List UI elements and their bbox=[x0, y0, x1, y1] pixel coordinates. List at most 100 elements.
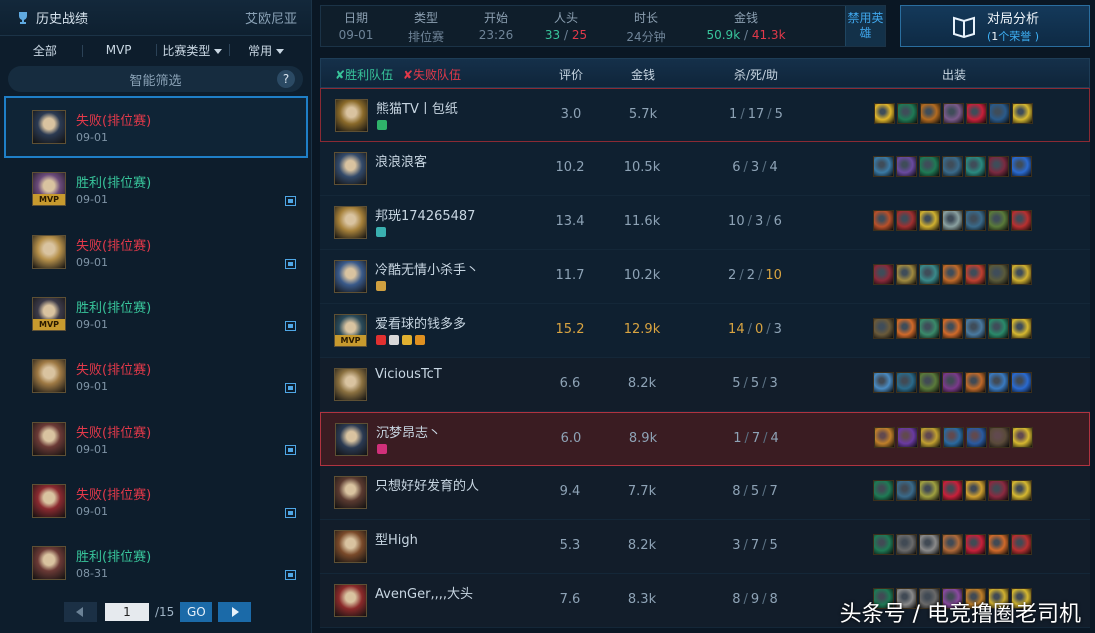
match-list-item[interactable]: 失败(排位赛) 09-01 bbox=[4, 470, 308, 532]
item-icon[interactable] bbox=[965, 480, 986, 501]
item-icon[interactable] bbox=[942, 156, 963, 177]
item-icon[interactable] bbox=[896, 318, 917, 339]
page-input[interactable]: 1 bbox=[105, 603, 149, 621]
player-row[interactable]: 型High 5.3 8.2k 3/7/5 bbox=[320, 520, 1090, 574]
item-icon[interactable] bbox=[988, 534, 1009, 555]
item-icon[interactable] bbox=[965, 264, 986, 285]
item-icon[interactable] bbox=[943, 103, 964, 124]
item-icon[interactable] bbox=[943, 427, 964, 448]
screenshot-icon[interactable] bbox=[285, 383, 296, 394]
player-row[interactable]: 熊猫TV丨包纸 3.0 5.7k 1/17/5 bbox=[320, 88, 1090, 142]
item-icon[interactable] bbox=[919, 318, 940, 339]
item-icon[interactable] bbox=[989, 103, 1010, 124]
summoner-name[interactable]: 沉梦昂志丶 bbox=[376, 422, 441, 441]
item-icon[interactable] bbox=[989, 427, 1010, 448]
player-row[interactable]: 邦珖174265487 13.4 11.6k 10/3/6 bbox=[320, 196, 1090, 250]
help-icon[interactable]: ? bbox=[277, 70, 295, 88]
match-analysis-button[interactable]: 对局分析 (1个荣誉 ) bbox=[900, 5, 1090, 47]
item-icon[interactable] bbox=[874, 103, 895, 124]
summoner-name[interactable]: 爱看球的钱多多 bbox=[375, 313, 466, 332]
summoner-name[interactable]: 冷酷无情小杀手丶 bbox=[375, 259, 479, 278]
item-icon[interactable] bbox=[919, 480, 940, 501]
player-row[interactable]: ViciousTcT 6.6 8.2k 5/5/3 bbox=[320, 358, 1090, 412]
item-icon[interactable] bbox=[942, 480, 963, 501]
item-icon[interactable] bbox=[1011, 480, 1032, 501]
summoner-name[interactable]: 邦珖174265487 bbox=[375, 205, 475, 224]
next-page-button[interactable] bbox=[218, 602, 252, 622]
item-icon[interactable] bbox=[920, 103, 941, 124]
item-icon[interactable] bbox=[919, 156, 940, 177]
item-icon[interactable] bbox=[897, 103, 918, 124]
screenshot-icon[interactable] bbox=[285, 196, 296, 207]
item-icon[interactable] bbox=[988, 318, 1009, 339]
item-icon[interactable] bbox=[965, 372, 986, 393]
item-icon[interactable] bbox=[919, 210, 940, 231]
item-icon[interactable] bbox=[919, 534, 940, 555]
item-icon[interactable] bbox=[988, 264, 1009, 285]
match-list-item[interactable]: MVP 胜利(排位赛) 09-01 bbox=[4, 158, 308, 220]
item-icon[interactable] bbox=[988, 480, 1009, 501]
item-icon[interactable] bbox=[966, 103, 987, 124]
item-icon[interactable] bbox=[942, 318, 963, 339]
item-icon[interactable] bbox=[896, 372, 917, 393]
player-row[interactable]: 只想好好发育的人 9.4 7.7k 8/5/7 bbox=[320, 466, 1090, 520]
item-icon[interactable] bbox=[1012, 427, 1033, 448]
match-list-item[interactable]: 失败(排位赛) 09-01 bbox=[4, 221, 308, 283]
item-icon[interactable] bbox=[1011, 210, 1032, 231]
item-icon[interactable] bbox=[873, 156, 894, 177]
item-icon[interactable] bbox=[896, 534, 917, 555]
item-icon[interactable] bbox=[1012, 103, 1033, 124]
item-icon[interactable] bbox=[1011, 534, 1032, 555]
summoner-name[interactable]: 浪浪浪客 bbox=[375, 151, 427, 170]
item-icon[interactable] bbox=[873, 210, 894, 231]
item-icon[interactable] bbox=[965, 156, 986, 177]
item-icon[interactable] bbox=[988, 210, 1009, 231]
summoner-name[interactable]: AvenGer,,,,大头 bbox=[375, 583, 473, 602]
item-icon[interactable] bbox=[966, 427, 987, 448]
item-icon[interactable] bbox=[873, 318, 894, 339]
item-icon[interactable] bbox=[988, 372, 1009, 393]
summoner-name[interactable]: 型High bbox=[375, 529, 418, 548]
item-icon[interactable] bbox=[988, 156, 1009, 177]
item-icon[interactable] bbox=[896, 156, 917, 177]
item-icon[interactable] bbox=[896, 480, 917, 501]
item-icon[interactable] bbox=[897, 427, 918, 448]
filter-common[interactable]: 常用 bbox=[229, 42, 303, 59]
item-icon[interactable] bbox=[1011, 156, 1032, 177]
item-icon[interactable] bbox=[1011, 264, 1032, 285]
item-icon[interactable] bbox=[873, 264, 894, 285]
filter-mvp[interactable]: MVP bbox=[81, 43, 156, 57]
item-icon[interactable] bbox=[896, 264, 917, 285]
player-row[interactable]: 沉梦昂志丶 6.0 8.9k 1/7/4 bbox=[320, 412, 1090, 466]
summoner-name[interactable]: ViciousTcT bbox=[375, 367, 442, 382]
match-list-item[interactable]: 失败(排位赛) 09-01 bbox=[4, 345, 308, 407]
item-icon[interactable] bbox=[919, 264, 940, 285]
item-icon[interactable] bbox=[919, 372, 940, 393]
prev-page-button[interactable] bbox=[64, 602, 97, 622]
summoner-name[interactable]: 只想好好发育的人 bbox=[375, 475, 479, 494]
match-list-item[interactable]: 失败(排位赛) 09-01 bbox=[4, 96, 308, 159]
item-icon[interactable] bbox=[896, 210, 917, 231]
item-icon[interactable] bbox=[1011, 318, 1032, 339]
screenshot-icon[interactable] bbox=[285, 320, 296, 331]
item-icon[interactable] bbox=[965, 534, 986, 555]
screenshot-icon[interactable] bbox=[285, 258, 296, 269]
banned-champions-button[interactable]: 禁用英雄 bbox=[845, 6, 885, 46]
item-icon[interactable] bbox=[873, 534, 894, 555]
screenshot-icon[interactable] bbox=[285, 570, 296, 581]
screenshot-icon[interactable] bbox=[285, 507, 296, 518]
item-icon[interactable] bbox=[942, 372, 963, 393]
item-icon[interactable] bbox=[874, 427, 895, 448]
item-icon[interactable] bbox=[873, 372, 894, 393]
player-row[interactable]: 浪浪浪客 10.2 10.5k 6/3/4 bbox=[320, 142, 1090, 196]
player-row[interactable]: MVP 爱看球的钱多多 15.2 12.9k 14/0/3 bbox=[320, 304, 1090, 358]
screenshot-icon[interactable] bbox=[285, 445, 296, 456]
filter-match-type[interactable]: 比赛类型 bbox=[155, 42, 230, 59]
match-list-item[interactable]: 失败(排位赛) 09-01 bbox=[4, 407, 308, 469]
item-icon[interactable] bbox=[1011, 372, 1032, 393]
item-icon[interactable] bbox=[920, 427, 941, 448]
smart-filter-button[interactable]: 智能筛选 ? bbox=[8, 66, 303, 92]
item-icon[interactable] bbox=[965, 318, 986, 339]
summoner-name[interactable]: 熊猫TV丨包纸 bbox=[376, 98, 458, 117]
filter-all[interactable]: 全部 bbox=[8, 42, 82, 59]
